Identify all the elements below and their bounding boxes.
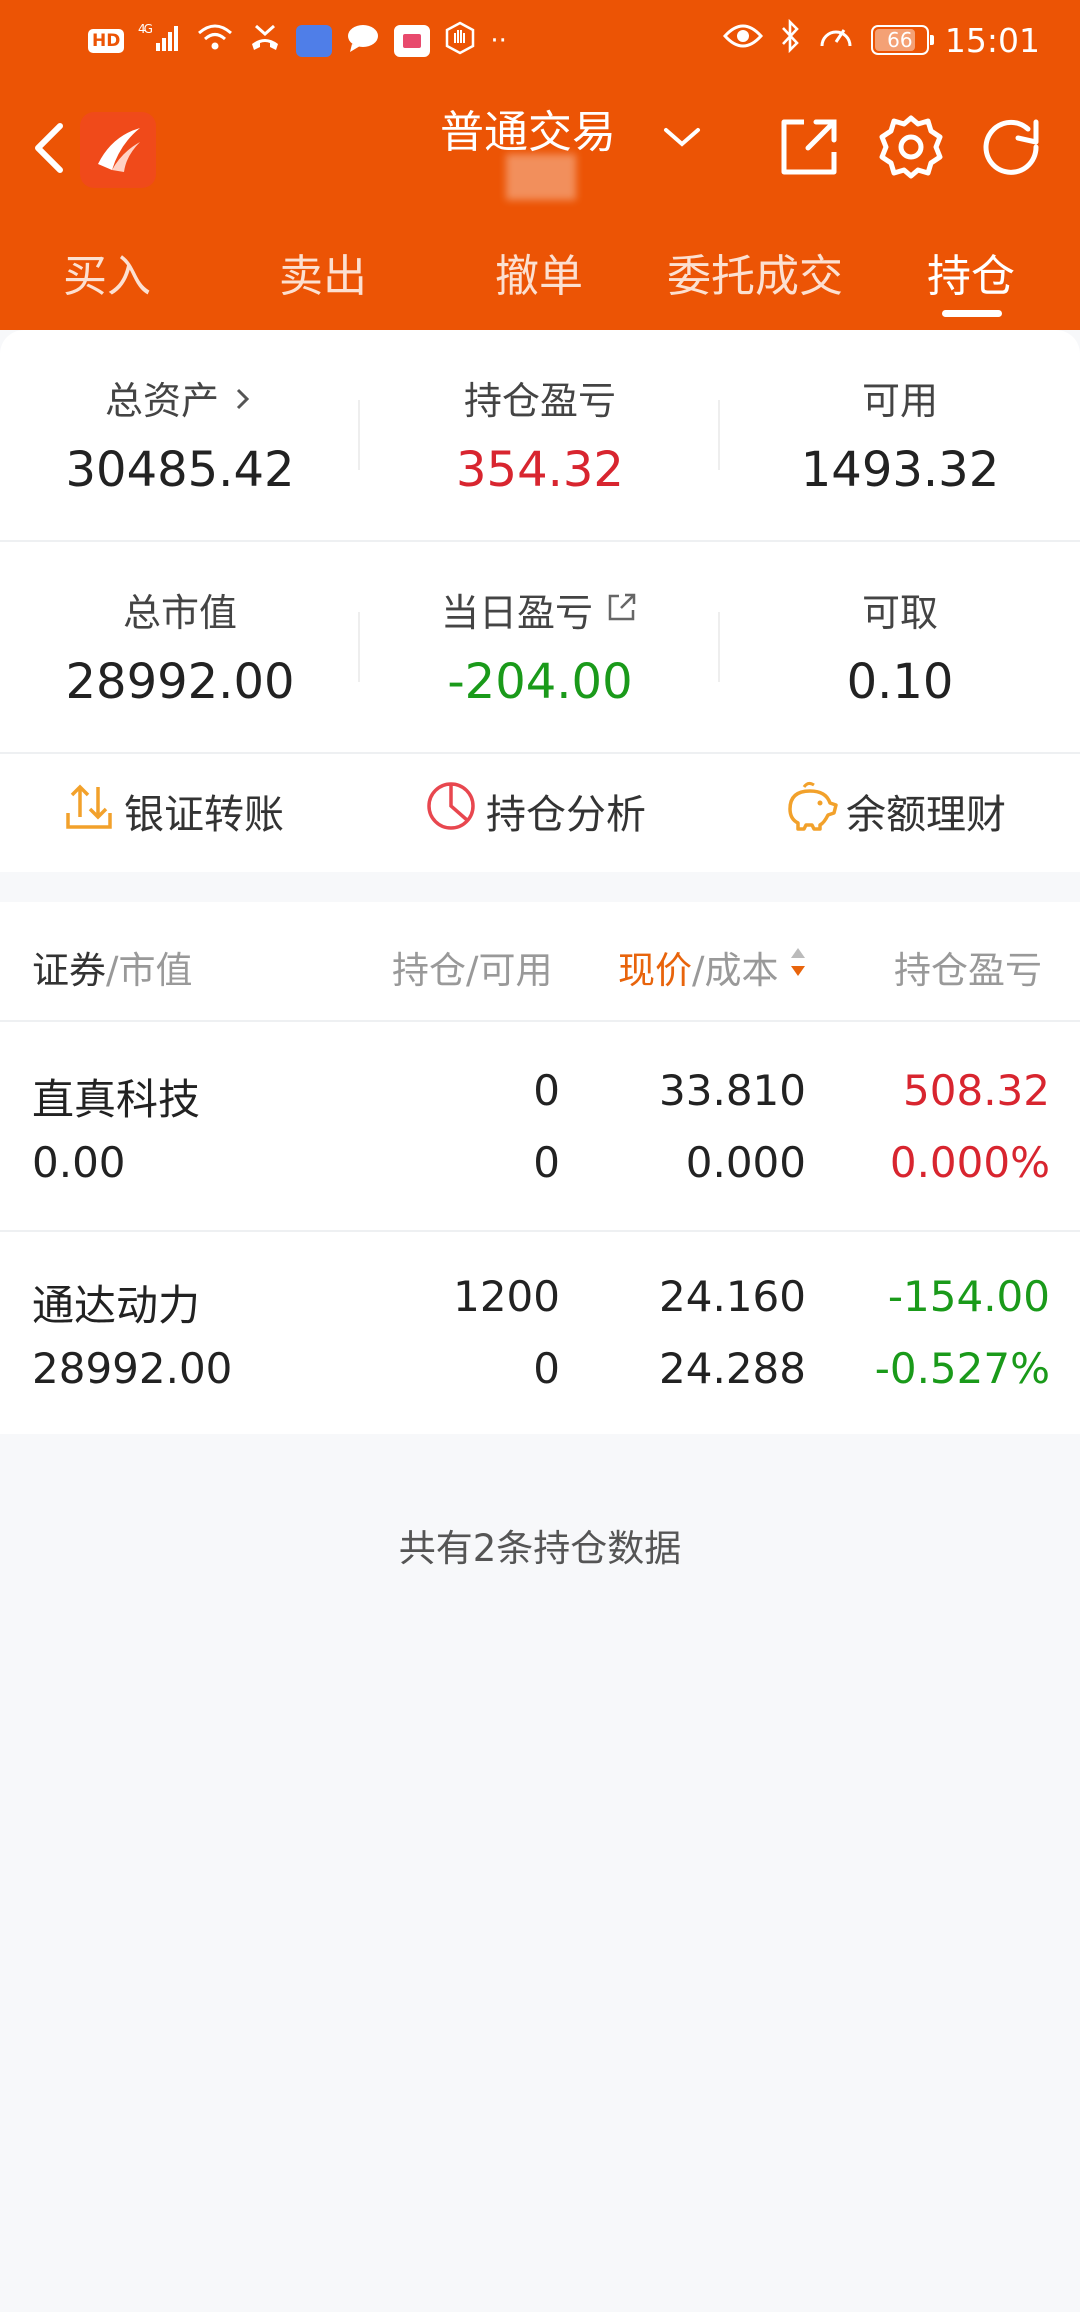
stock-available: 0 <box>533 1344 560 1393</box>
total-assets-value: 30485.42 <box>65 442 295 498</box>
stock-pnl: -154.00 <box>887 1272 1050 1321</box>
stock-name: 通达动力 <box>32 1281 201 1330</box>
title-selector[interactable]: 普通交易 <box>440 96 616 200</box>
bank-transfer-label: 银证转账 <box>124 792 284 838</box>
market-value: 总市值 28992.00 <box>0 542 360 752</box>
stock-holding: 1200 <box>453 1272 560 1321</box>
stock-market-value: 0.00 <box>32 1138 126 1187</box>
quick-actions: 银证转账 持仓分析 余额理财 <box>0 750 1080 872</box>
available-funds: 可用 1493.32 <box>720 330 1080 540</box>
piggy-bank-icon <box>782 779 838 843</box>
stock-price: 24.160 <box>659 1272 806 1321</box>
page-title: 普通交易 <box>440 107 616 158</box>
position-pnl: 持仓盈亏 354.32 <box>360 330 720 540</box>
position-pnl-label: 持仓盈亏 <box>463 379 616 423</box>
tab-positions[interactable]: 持仓 <box>866 240 1076 304</box>
table-row[interactable]: 直真科技 0.00 0 0 33.810 0.000 508.32 0.000% <box>0 1024 1080 1229</box>
table-row[interactable]: 通达动力 28992.00 1200 0 24.160 24.288 -154.… <box>0 1230 1080 1435</box>
total-assets[interactable]: 总资产 30485.42 <box>0 330 360 540</box>
speed-icon <box>817 20 855 60</box>
active-tab-indicator <box>942 310 1002 317</box>
chevron-right-icon <box>231 379 255 423</box>
account-summary-card: 总资产 30485.42 持仓盈亏 354.32 可用 1493.32 总市值 … <box>0 330 1080 872</box>
back-button[interactable] <box>24 112 74 182</box>
wifi-icon <box>196 22 234 61</box>
withdrawable: 可取 0.10 <box>720 542 1080 752</box>
gear-icon[interactable] <box>876 112 946 182</box>
stock-holding: 0 <box>533 1066 560 1115</box>
sort-icon[interactable] <box>788 944 808 989</box>
stock-cost: 0.000 <box>685 1138 806 1187</box>
balance-wealth-label: 余额理财 <box>846 792 1006 838</box>
stock-name: 直真科技 <box>32 1075 201 1124</box>
bluetooth-icon <box>779 18 801 61</box>
market-value-value: 28992.00 <box>65 654 295 710</box>
daily-pnl[interactable]: 当日盈亏 -204.00 <box>360 542 720 752</box>
clock: 15:01 <box>944 20 1040 60</box>
top-bar: HD 4G ·· 66 15:01 普通交易 买入 卖出 撤单 委托成交 持仓 <box>0 0 1080 330</box>
tab-orders-trades[interactable]: 委托成交 <box>650 240 860 304</box>
header-price-cost[interactable]: 现价/成本 <box>618 940 778 994</box>
hand-icon <box>444 21 476 62</box>
hd-icon: HD <box>88 29 125 53</box>
header: 普通交易 <box>0 90 1080 210</box>
svg-text:4G: 4G <box>138 22 153 36</box>
stock-cost: 24.288 <box>659 1344 806 1393</box>
app-notification-icon <box>296 25 333 57</box>
header-price: 现价 <box>618 949 692 992</box>
header-cost: /成本 <box>692 949 779 992</box>
message-icon <box>346 22 380 61</box>
bank-transfer-button[interactable]: 银证转账 <box>62 750 284 872</box>
stock-pnl-pct: -0.527% <box>874 1344 1050 1393</box>
chevron-down-icon[interactable] <box>662 122 702 156</box>
market-value-label: 总市值 <box>122 591 237 635</box>
header-pnl[interactable]: 持仓盈亏 <box>894 940 1080 994</box>
position-analysis-button[interactable]: 持仓分析 <box>424 750 646 872</box>
more-notifications-icon: ·· <box>490 26 507 56</box>
tab-cancel-order[interactable]: 撤单 <box>434 240 644 304</box>
position-pnl-value: 354.32 <box>456 442 624 498</box>
total-assets-label: 总资产 <box>104 379 219 423</box>
transfer-icon <box>62 779 116 843</box>
tab-buy[interactable]: 买入 <box>2 240 212 304</box>
withdrawable-label: 可取 <box>861 591 938 635</box>
refresh-icon[interactable] <box>976 112 1046 182</box>
battery-level: 66 <box>887 28 913 52</box>
summary-row-2: 总市值 28992.00 当日盈亏 -204.00 可取 0.10 <box>0 542 1080 752</box>
positions-table: 证券/市值 持仓/可用 现价/成本 持仓盈亏 直真科技 0.00 0 0 33.… <box>0 902 1080 1434</box>
pie-chart-icon <box>424 779 478 843</box>
stock-available: 0 <box>533 1138 560 1187</box>
trade-tabs: 买入 卖出 撤单 委托成交 持仓 <box>0 240 1080 310</box>
daily-pnl-value: -204.00 <box>447 654 633 710</box>
eye-icon <box>722 22 763 58</box>
account-subtitle-blurred <box>506 154 576 200</box>
stock-market-value: 28992.00 <box>32 1344 233 1393</box>
positions-count: 共有2条持仓数据 <box>398 1527 682 1570</box>
stock-price: 33.810 <box>659 1066 806 1115</box>
available-value: 1493.32 <box>800 442 1000 498</box>
summary-row-1: 总资产 30485.42 持仓盈亏 354.32 可用 1493.32 <box>0 330 1080 540</box>
broker-logo <box>80 112 156 188</box>
daily-pnl-label: 当日盈亏 <box>440 591 593 635</box>
battery-icon: 66 <box>870 25 934 55</box>
balance-wealth-button[interactable]: 余额理财 <box>782 750 1006 872</box>
share-icon[interactable] <box>774 112 844 182</box>
header-holding-available[interactable]: 持仓/可用 <box>392 940 552 994</box>
withdrawable-value: 0.10 <box>846 654 954 710</box>
signal-icon: 4G <box>138 21 182 62</box>
header-security-market-value[interactable]: 证券/市值 <box>32 940 192 994</box>
position-analysis-label: 持仓分析 <box>486 792 646 838</box>
tab-sell[interactable]: 卖出 <box>218 240 428 304</box>
available-label: 可用 <box>861 379 938 423</box>
table-header: 证券/市值 持仓/可用 现价/成本 持仓盈亏 <box>0 902 1080 1022</box>
stock-pnl: 508.32 <box>903 1066 1050 1115</box>
header-market-value: /市值 <box>106 949 193 992</box>
header-security: 证券 <box>32 949 106 992</box>
stock-pnl-pct: 0.000% <box>889 1138 1050 1187</box>
status-bar: HD 4G ·· 66 15:01 <box>0 0 1080 80</box>
book-app-icon <box>394 25 431 57</box>
external-link-icon <box>605 591 639 635</box>
missed-call-icon <box>248 22 282 61</box>
